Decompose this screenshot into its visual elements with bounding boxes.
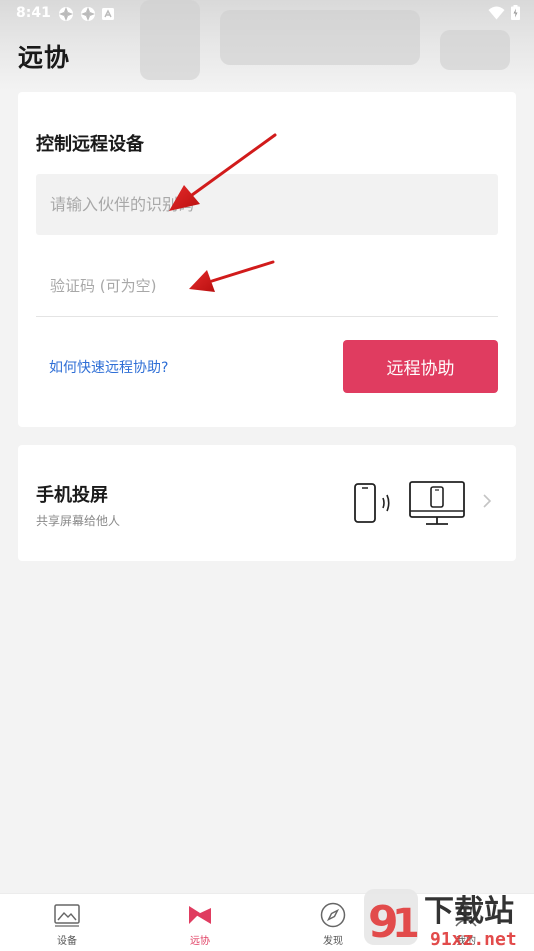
nav-item-remote[interactable]: 远协 <box>160 894 240 951</box>
partner-id-input[interactable] <box>36 174 498 235</box>
image-icon <box>54 904 80 927</box>
remote-help-link[interactable]: 如何快速远程协助? <box>49 357 168 377</box>
chevron-right-icon <box>483 494 492 508</box>
svg-text:下载站: 下载站 <box>424 894 514 929</box>
nav-item-discover[interactable]: 发现 <box>293 894 373 951</box>
svg-text:1: 1 <box>392 901 420 947</box>
compass-icon <box>320 902 346 928</box>
status-notification-icons <box>58 6 114 22</box>
battery-icon <box>511 5 520 20</box>
screen-cast-subtitle: 共享屏幕给他人 <box>36 514 121 528</box>
nav-label: 设备 <box>57 936 77 947</box>
screen-cast-title: 手机投屏 <box>36 485 108 506</box>
remote-control-card: 控制远程设备 如何快速远程协助? 远程协助 <box>18 92 516 427</box>
svg-text:91xz.net: 91xz.net <box>430 929 517 950</box>
nav-item-devices[interactable]: 设备 <box>27 894 107 951</box>
background-shape <box>440 30 510 70</box>
phone-to-monitor-icon <box>354 481 465 525</box>
nav-label: 远协 <box>190 936 210 947</box>
status-time: 8:41 <box>16 5 51 21</box>
screen-cast-card[interactable]: 手机投屏 共享屏幕给他人 <box>18 445 516 561</box>
nav-label: 发现 <box>323 936 343 947</box>
app-notification-icon <box>59 7 73 21</box>
status-bar: 8:41 <box>0 0 534 28</box>
wifi-icon <box>488 6 505 19</box>
site-watermark-logo: 9 1 下载站 91xz.net <box>364 889 517 950</box>
status-system-icons <box>488 5 520 20</box>
app-notification-icon <box>81 7 95 21</box>
page-title: 远协 <box>18 43 71 72</box>
keyboard-notification-icon <box>102 8 114 20</box>
remote-bow-icon <box>189 906 211 924</box>
remote-card-title: 控制远程设备 <box>36 134 144 155</box>
remote-assist-button[interactable]: 远程协助 <box>343 340 498 393</box>
verification-code-input[interactable] <box>36 255 498 317</box>
